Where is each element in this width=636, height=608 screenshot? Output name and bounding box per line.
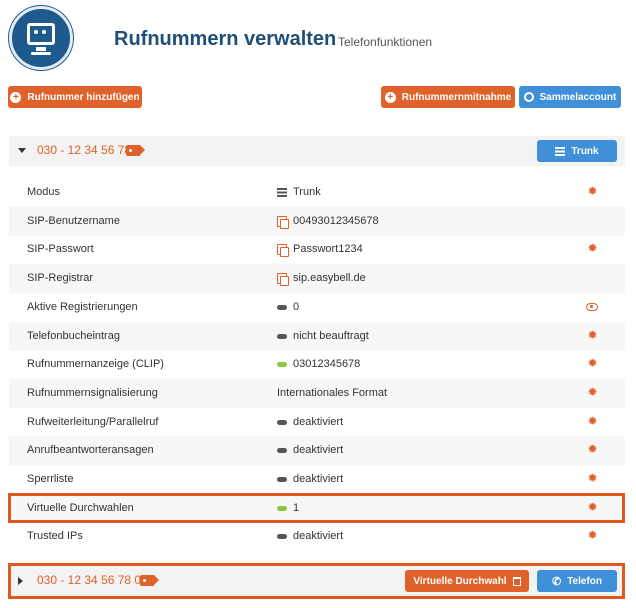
copy-icon[interactable]	[277, 215, 289, 229]
phone-monitor-logo-icon	[9, 6, 73, 70]
porting-label: Rufnummernmitnahme	[401, 91, 512, 103]
number-1-header[interactable]: 030 - 12 34 56 78 Trunk	[9, 136, 625, 166]
detail-row-label: Sperrliste	[27, 473, 74, 485]
number-1-label: 030 - 12 34 56 78	[37, 143, 132, 157]
eye-icon[interactable]	[586, 302, 598, 311]
status-off-icon	[277, 333, 287, 339]
detail-row: Anrufbeantworteransagen deaktiviert ✹	[9, 436, 625, 466]
detail-row-label: Rufnummernsignalisierung	[27, 386, 158, 399]
caret-down-icon[interactable]	[18, 148, 26, 153]
status-on-icon	[277, 362, 287, 368]
collective-account-button[interactable]: Sammelaccount	[519, 86, 621, 108]
detail-row: Trusted IPs deaktiviert ✹	[9, 522, 625, 551]
gear-icon[interactable]: ✹	[587, 386, 598, 398]
detail-row-label: Modus	[27, 186, 61, 198]
detail-row-value: deaktiviert	[293, 473, 344, 485]
detail-row: SIP-Passwort Passwort1234 ✹	[9, 235, 625, 264]
detail-row-value: 00493012345678	[293, 214, 379, 227]
copy-icon[interactable]	[277, 273, 289, 287]
detail-row-value: 0	[293, 300, 300, 313]
list-icon	[277, 188, 287, 197]
page-title: Rufnummern verwalten	[114, 28, 337, 50]
detail-row-value: 03012345678	[293, 358, 361, 371]
detail-row-label: SIP-Registrar	[27, 272, 94, 285]
gear-icon[interactable]: ✹	[587, 472, 598, 484]
collective-label: Sammelaccount	[539, 91, 617, 103]
status-off-icon	[277, 534, 287, 540]
detail-row: Sperrliste deaktiviert ✹	[9, 465, 625, 494]
detail-row-label: Aktive Registrierungen	[27, 300, 138, 313]
status-off-icon	[277, 448, 287, 454]
gear-icon[interactable]: ✹	[587, 443, 598, 455]
detail-row-label: SIP-Benutzername	[27, 214, 120, 227]
page-header: Rufnummern verwalten Telefonfunktionen	[0, 0, 636, 80]
highlight-number-2	[8, 563, 625, 599]
detail-row-value: Internationales Format	[277, 386, 388, 399]
number-porting-button[interactable]: + Rufnummernmitnahme	[381, 86, 515, 108]
detail-row-label: Rufweiterleitung/Parallelruf	[27, 415, 159, 428]
gear-icon[interactable]: ✹	[587, 415, 598, 427]
highlight-virtual-extensions	[8, 493, 625, 523]
gear-icon[interactable]: ✹	[587, 185, 598, 197]
add-number-label: Rufnummer hinzufügen	[27, 91, 140, 103]
add-number-button[interactable]: + Rufnummer hinzufügen	[8, 86, 142, 108]
detail-row-value: Passwort1234	[293, 243, 363, 256]
gear-icon[interactable]: ✹	[587, 242, 598, 254]
detail-row-value: deaktiviert	[293, 444, 344, 457]
plus-circle-icon: +	[10, 91, 22, 103]
detail-row-label: Rufnummernanzeige (CLIP)	[27, 358, 164, 371]
detail-row-value: deaktiviert	[293, 415, 344, 428]
detail-row-value: sip.easybell.de	[293, 272, 366, 285]
detail-row-value: nicht beauftragt	[293, 329, 369, 342]
detail-row: Telefonbucheintrag nicht beauftragt ✹	[9, 321, 625, 351]
page-subtitle: Telefonfunktionen	[338, 35, 433, 49]
detail-row: SIP-Benutzername 00493012345678	[9, 206, 625, 236]
detail-row-value: deaktiviert	[293, 530, 344, 543]
gear-icon[interactable]: ✹	[587, 329, 598, 341]
list-icon	[555, 146, 566, 156]
detail-row: Rufnummernanzeige (CLIP) 03012345678 ✹	[9, 350, 625, 379]
detail-row-label: Telefonbucheintrag	[27, 329, 120, 342]
status-off-icon	[277, 419, 287, 425]
detail-row-value: Trunk	[293, 186, 321, 198]
detail-row: Aktive Registrierungen 0	[9, 293, 625, 322]
tag-icon[interactable]	[126, 145, 145, 156]
status-off-icon	[277, 477, 287, 482]
detail-row-label: SIP-Passwort	[27, 243, 94, 256]
plus-circle-icon: +	[384, 91, 396, 103]
detail-row: Rufnummernsignalisierung Internationales …	[9, 378, 625, 408]
status-off-icon	[277, 304, 287, 310]
detail-row: Modus Trunk ✹	[9, 178, 625, 207]
detail-row: Rufweiterleitung/Parallelruf deaktiviert ✹	[9, 408, 625, 437]
link-icon	[523, 92, 534, 102]
gear-icon[interactable]: ✹	[587, 529, 598, 541]
trunk-mode-button[interactable]: Trunk	[537, 140, 617, 162]
trunk-label: Trunk	[571, 145, 599, 157]
copy-icon[interactable]	[277, 244, 289, 258]
detail-row: SIP-Registrar sip.easybell.de	[9, 264, 625, 294]
detail-row-label: Anrufbeantworteransagen	[27, 444, 154, 457]
gear-icon[interactable]: ✹	[587, 357, 598, 369]
detail-row-label: Trusted IPs	[27, 530, 83, 543]
